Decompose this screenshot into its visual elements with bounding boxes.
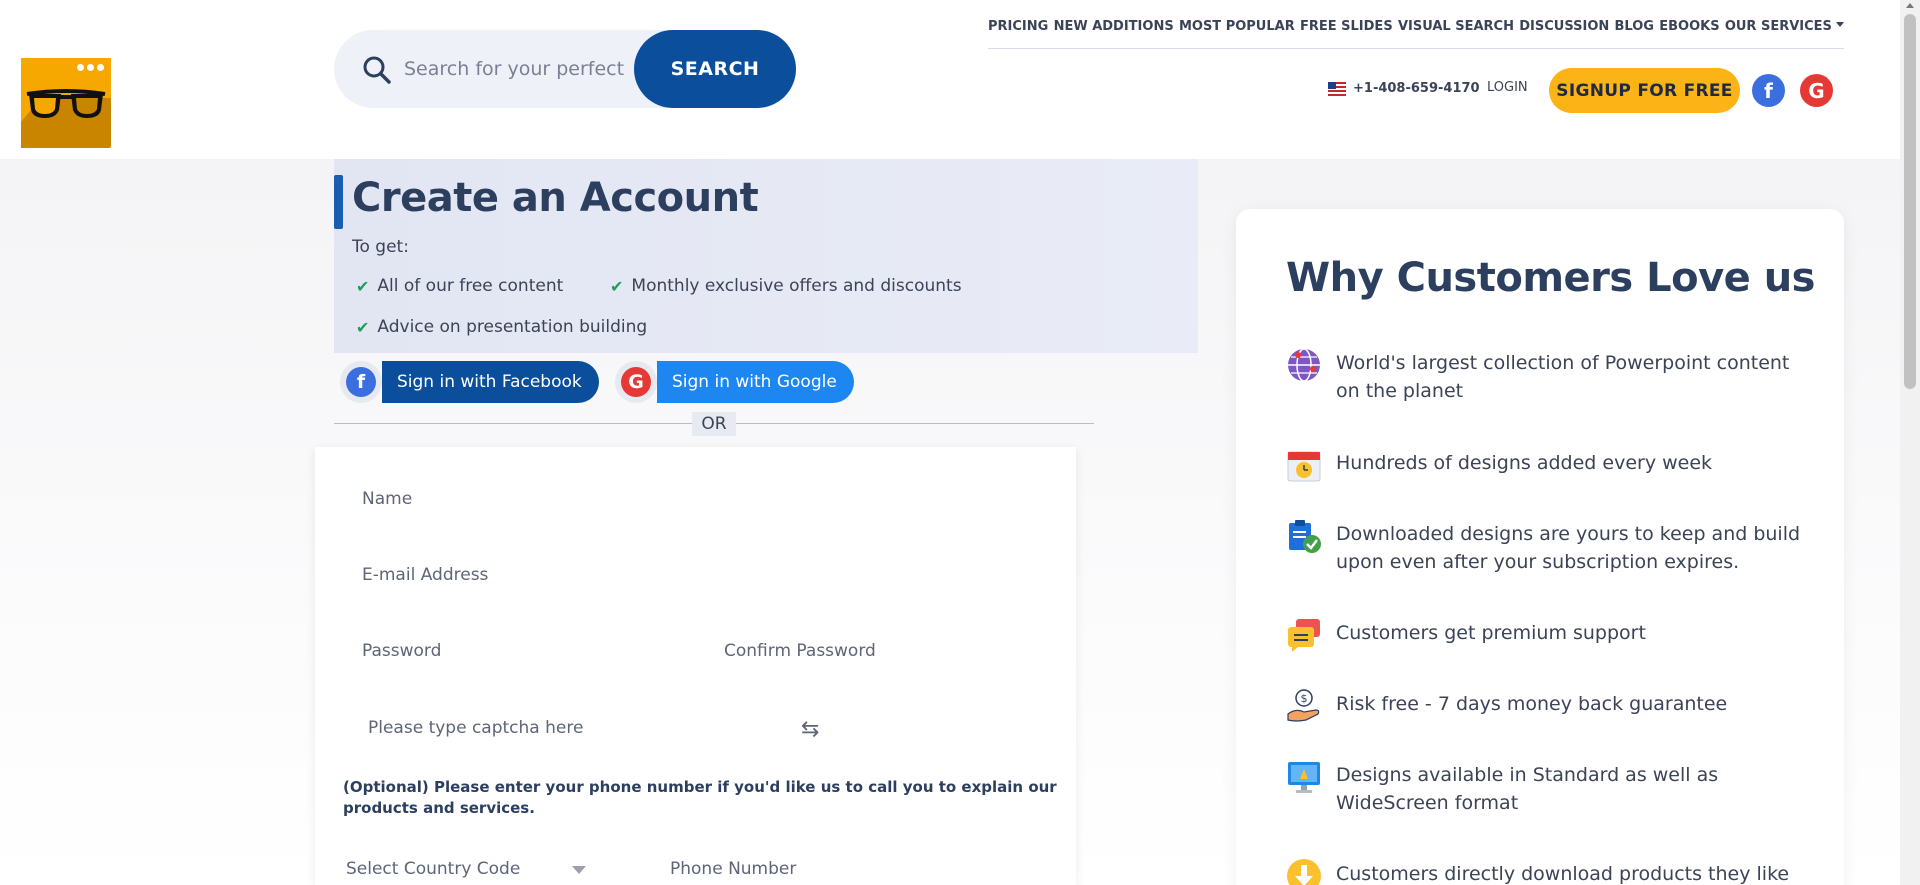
phone-number-field[interactable] — [670, 855, 1030, 883]
nav-most-popular[interactable]: MOST POPULAR — [1179, 19, 1295, 48]
feature-item: World's largest collection of Powerpoint… — [1286, 348, 1806, 405]
facebook-signin-button[interactable]: f Sign in with Facebook — [340, 361, 599, 403]
site-header: SEARCH PRICING NEW ADDITIONS MOST POPULA… — [0, 0, 1900, 159]
check-icon: ✔ — [356, 317, 370, 337]
search-icon — [363, 56, 391, 84]
nav-ebooks[interactable]: EBOOKS — [1659, 19, 1719, 48]
search-bar: SEARCH — [334, 30, 796, 108]
top-navigation: PRICING NEW ADDITIONS MOST POPULAR FREE … — [988, 19, 1844, 49]
caret-down-icon — [1835, 22, 1844, 27]
email-field[interactable] — [362, 560, 1022, 590]
benefit-text: Advice on presentation building — [377, 317, 648, 337]
scrollbar-thumb[interactable] — [1904, 14, 1916, 389]
glasses-icon — [26, 89, 106, 118]
feature-item: $ Risk free - 7 days money back guarante… — [1286, 689, 1806, 724]
feature-text: Risk free - 7 days money back guarantee — [1336, 693, 1728, 715]
calendar-icon — [1287, 451, 1321, 482]
scroll-up-icon[interactable] — [1906, 3, 1914, 8]
feature-item: Customers directly download products the… — [1286, 859, 1806, 885]
feature-text: World's largest collection of Powerpoint… — [1336, 352, 1790, 402]
why-customers-panel: Why Customers Love us World's largest co… — [1236, 209, 1844, 885]
name-field[interactable] — [362, 484, 1022, 514]
feature-item: Hundreds of designs added every week — [1286, 449, 1806, 483]
create-account-intro: Create an Account To get: ✔ All of our f… — [334, 159, 1198, 353]
dropdown-arrow-icon — [572, 866, 586, 874]
title-accent-bar — [334, 175, 343, 229]
or-separator: OR — [692, 412, 736, 436]
site-logo[interactable] — [21, 58, 111, 148]
to-get-label: To get: — [352, 237, 409, 257]
clipboard-check-icon — [1289, 520, 1321, 553]
confirm-password-field[interactable] — [724, 636, 1044, 666]
feature-item: Customers get premium support — [1286, 619, 1806, 653]
facebook-icon[interactable]: f — [1752, 74, 1785, 107]
nav-free-slides[interactable]: FREE SLIDES — [1300, 19, 1393, 48]
download-icon — [1287, 859, 1321, 885]
chat-support-icon — [1288, 619, 1320, 652]
signup-button[interactable]: SIGNUP FOR FREE — [1549, 68, 1740, 113]
feature-text: Customers directly download products the… — [1336, 863, 1790, 885]
phone-number[interactable]: +1-408-659-4170 — [1353, 81, 1480, 96]
password-field[interactable] — [362, 636, 682, 666]
nav-discussion[interactable]: DISCUSSION — [1519, 19, 1609, 48]
login-link[interactable]: LOGIN — [1487, 80, 1528, 95]
benefit-item: ✔ Advice on presentation building — [356, 317, 647, 337]
nav-our-services-label: OUR SERVICES — [1724, 19, 1832, 34]
google-icon: G — [621, 367, 651, 397]
benefit-text: All of our free content — [377, 276, 564, 296]
feature-item: Downloaded designs are yours to keep and… — [1286, 520, 1806, 576]
feature-text: Customers get premium support — [1336, 622, 1646, 644]
feature-text: Downloaded designs are yours to keep and… — [1336, 523, 1801, 573]
facebook-signin-label: Sign in with Facebook — [382, 361, 599, 403]
country-code-select[interactable]: Select Country Code — [346, 855, 586, 883]
page-title: Create an Account — [352, 175, 759, 221]
google-signin-button[interactable]: G Sign in with Google — [615, 361, 854, 403]
monitor-icon — [1288, 762, 1320, 793]
nav-blog[interactable]: BLOG — [1615, 19, 1654, 48]
panel-title: Why Customers Love us — [1286, 255, 1816, 301]
google-signin-label: Sign in with Google — [657, 361, 854, 403]
benefit-item: ✔ Monthly exclusive offers and discounts — [610, 276, 962, 296]
search-button[interactable]: SEARCH — [634, 30, 796, 108]
nav-visual-search[interactable]: VISUAL SEARCH — [1398, 19, 1514, 48]
facebook-icon: f — [346, 367, 376, 397]
signup-form: ⇆ (Optional) Please enter your phone num… — [315, 447, 1076, 885]
captcha-field[interactable] — [368, 713, 788, 743]
benefit-item: ✔ All of our free content — [356, 276, 563, 296]
page-scrollbar[interactable] — [1900, 0, 1920, 885]
country-code-value: Select Country Code — [346, 859, 521, 879]
search-input[interactable] — [404, 52, 624, 86]
benefit-text: Monthly exclusive offers and discounts — [631, 276, 962, 296]
nav-our-services[interactable]: OUR SERVICES — [1725, 19, 1844, 48]
refresh-captcha-icon[interactable]: ⇆ — [801, 717, 819, 742]
feature-item: Designs available in Standard as well as… — [1286, 761, 1806, 817]
google-icon[interactable]: G — [1800, 74, 1833, 107]
check-icon: ✔ — [356, 276, 370, 296]
nav-new-additions[interactable]: NEW ADDITIONS — [1054, 19, 1174, 48]
globe-icon — [1288, 348, 1320, 382]
svg-text:$: $ — [1301, 692, 1308, 705]
phone-optional-note: (Optional) Please enter your phone numbe… — [343, 778, 1057, 817]
nav-pricing[interactable]: PRICING — [988, 19, 1048, 48]
us-flag-icon — [1328, 82, 1346, 96]
feature-text: Designs available in Standard as well as… — [1336, 764, 1719, 814]
feature-text: Hundreds of designs added every week — [1336, 452, 1713, 474]
check-icon: ✔ — [610, 276, 624, 296]
money-hand-icon: $ — [1287, 689, 1320, 722]
